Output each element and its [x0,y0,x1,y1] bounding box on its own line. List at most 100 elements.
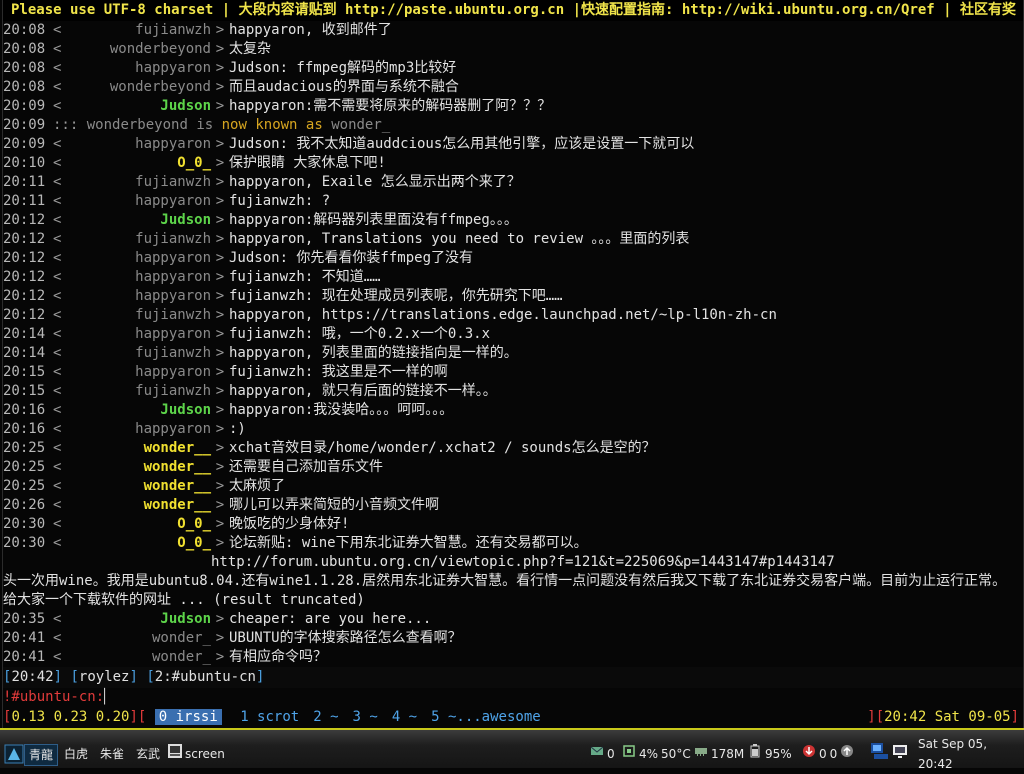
nick[interactable]: happyaron [71,268,211,287]
nick[interactable]: happyaron [71,287,211,306]
screen-window-active[interactable]: 0 irssi [154,709,222,725]
workspace-3[interactable]: 朱雀 [96,744,128,764]
nick-open-bracket: < [53,155,62,171]
clock[interactable]: Sat Sep 05, 20:42 [918,737,1024,771]
nick-close-bracket: > [215,383,225,399]
nick[interactable]: wonder__ [71,458,211,477]
screen-window-2[interactable]: 2 ~ [313,709,338,725]
chat-message: 20:30 < O_0_ > 晚饭吃的少身体好! [3,515,1023,534]
battery-level: 95% [765,747,792,761]
nick[interactable]: wonder_ [71,648,211,667]
nick[interactable]: wonder_ [71,629,211,648]
network-manager-icon[interactable] [870,742,890,766]
message-text: happyaron:解码器列表里面没有ffmpeg。。。 [229,212,518,228]
nick[interactable]: wonderbeyond [71,40,211,59]
message-text: happyaron, Exaile 怎么显示出两个来了？ [229,174,521,190]
nick[interactable]: happyaron [71,249,211,268]
nick[interactable]: fujianwzh [71,21,211,40]
timestamp: 20:16 [3,402,46,418]
nick-close-bracket: > [215,269,225,285]
workspace-1[interactable]: 青龍 [24,744,59,766]
memory-icon [694,744,708,764]
menu-launcher-icon[interactable] [4,744,24,767]
nick[interactable]: Judson [71,97,211,116]
screen-hardstatus: [0.13 0.23 0.20][ 0 irssi 1 scrot 2 ~3 ~4… [3,709,1019,725]
screen-window-1[interactable]: 1 scrot [240,709,299,725]
nick-close-bracket: > [215,345,225,361]
nick-open-bracket: < [53,345,62,361]
display-icon[interactable] [893,744,907,764]
chat-message: 20:11 < fujianwzh > happyaron, Exaile 怎么显示出两… [3,173,1023,192]
system-prefix: ::: [53,117,79,133]
nick[interactable]: fujianwzh [71,344,211,363]
nick[interactable]: happyaron [71,325,211,344]
nick-open-bracket: < [53,41,62,57]
mail-count: 0 [607,747,615,761]
terminal-window[interactable]: Please use UTF-8 charset | 大段内容请贴到 http:… [2,0,1024,728]
nick[interactable]: O_0_ [71,515,211,534]
cpu-temp: 50°C [661,747,691,761]
message-text: 保护眼睛 大家休息下吧! [229,155,386,171]
nick[interactable]: O_0_ [71,534,211,553]
mail-icon [590,744,604,764]
message-text: happyaron, Translations you need to revi… [229,231,690,247]
nick[interactable]: fujianwzh [71,306,211,325]
screen-window-5[interactable]: 5 ~...awesome [431,709,541,725]
screen-window-4[interactable]: 4 ~ [392,709,417,725]
cpu-widget: 4% 50°C [622,744,691,764]
nick[interactable]: Judson [71,211,211,230]
chat-log[interactable]: 20:08 < fujianwzh > happyaron, 收到邮件了 20:08 < wo… [3,21,1023,667]
battery-icon [748,744,762,764]
nick[interactable]: wonderbeyond [71,78,211,97]
nick[interactable]: Judson [71,610,211,629]
nick-close-bracket: > [215,288,225,304]
nick[interactable]: happyaron [71,192,211,211]
nick[interactable]: fujianwzh [71,382,211,401]
nick-open-bracket: < [53,136,62,152]
nick-open-bracket: < [53,60,62,76]
forum-link[interactable]: http://forum.ubuntu.org.cn/viewtopic.php… [3,553,1023,572]
input-line[interactable]: !#ubuntu-cn:▏ [3,688,1023,707]
nick[interactable]: wonder__ [71,477,211,496]
nick-close-bracket: > [215,364,225,380]
nick-close-bracket: > [215,421,225,437]
nick[interactable]: happyaron [71,363,211,382]
nick-open-bracket: < [53,269,62,285]
old-nick: wonderbeyond [86,117,188,133]
nick[interactable]: fujianwzh [71,173,211,192]
download-icon [802,744,816,764]
cpu-icon [622,744,636,764]
tray-icons[interactable] [870,742,907,766]
message-text: happyaron:需不需要将原来的解码器删了阿？？？ [229,98,552,114]
timestamp: 20:12 [3,269,46,285]
memory-widget: 178M [694,744,744,764]
text-cursor: ▏ [104,689,113,705]
nick[interactable]: wonder__ [71,439,211,458]
workspace-2[interactable]: 白虎 [60,744,92,764]
chat-message: 20:14 < happyaron > fujianwzh: 哦，一个0.2.x一个0.… [3,325,1023,344]
workspace-4[interactable]: 玄武 [132,744,164,764]
nick-open-bracket: < [53,611,62,627]
nick[interactable]: O_0_ [71,154,211,173]
nick[interactable]: fujianwzh [71,230,211,249]
message-text: 论坛新贴: wine下用东北证券大智慧。还有交易都可以。 [229,535,588,551]
task-screen[interactable]: screen [168,744,225,764]
mail-widget[interactable]: 0 [590,744,615,764]
nick[interactable]: happyaron [71,59,211,78]
nick[interactable]: wonder__ [71,496,211,515]
message-text: fujianwzh: ? [229,193,331,209]
nick-close-bracket: > [215,79,225,95]
nick[interactable]: happyaron [71,420,211,439]
timestamp: 20:14 [3,345,46,361]
chat-message: 20:14 < fujianwzh > happyaron, 列表里面的链接指向是一样的… [3,344,1023,363]
screen-window-3[interactable]: 3 ~ [353,709,378,725]
status-time: 20:42 [11,669,54,685]
message-text: UBUNTU的字体搜索路径怎么查看啊？ [229,630,462,646]
chat-message: 20:12 < Judson > happyaron:解码器列表里面没有ffmpeg。。… [3,211,1023,230]
timestamp: 20:10 [3,155,46,171]
nick[interactable]: Judson [71,401,211,420]
chat-message: 20:09 < Judson > happyaron:需不需要将原来的解码器删了阿？？？ [3,97,1023,116]
is-word: is [196,117,214,133]
chat-message: 20:12 < fujianwzh > happyaron, Translations … [3,230,1023,249]
nick[interactable]: happyaron [71,135,211,154]
